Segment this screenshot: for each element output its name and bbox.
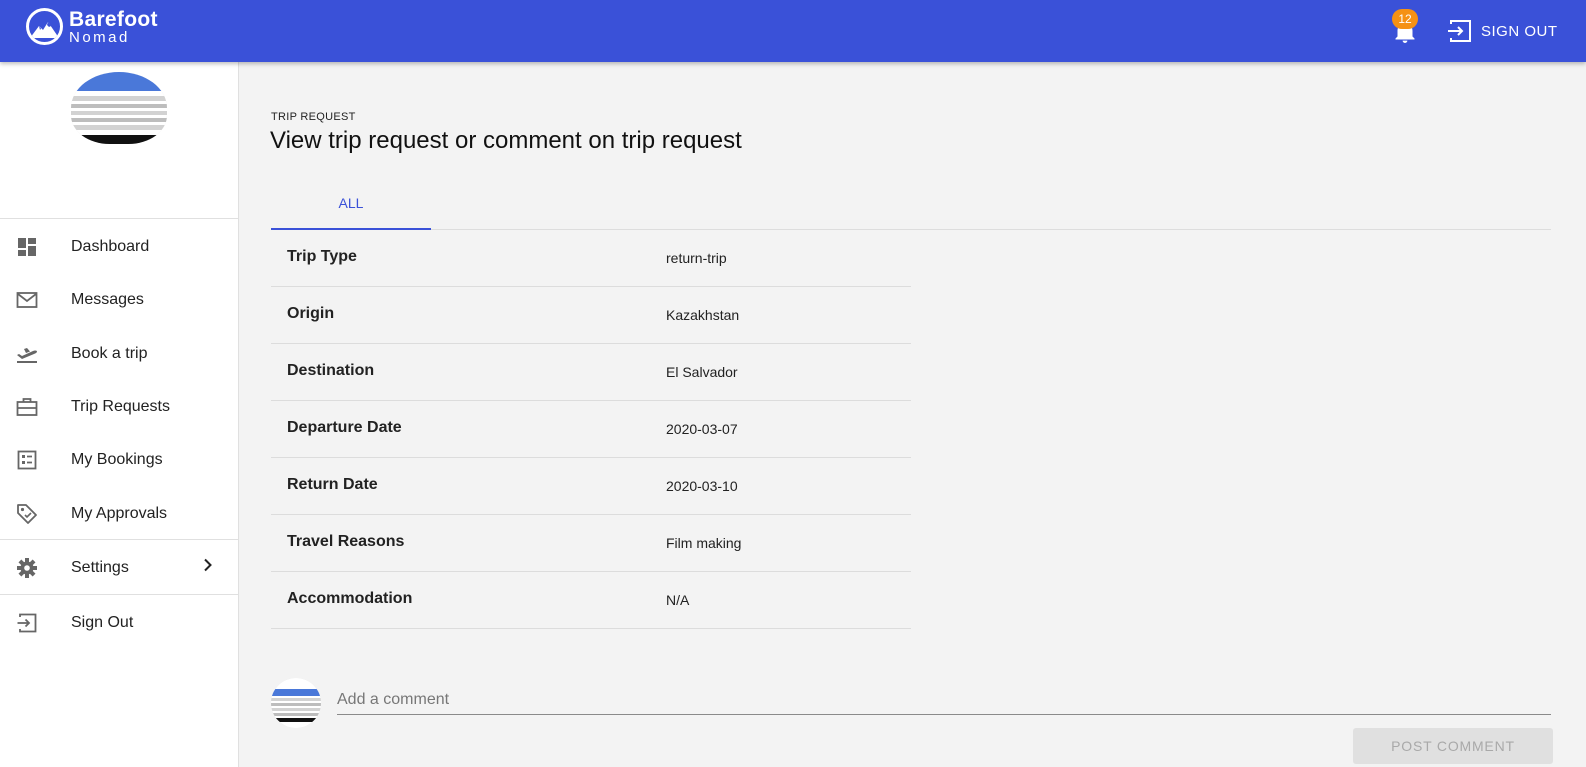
detail-value: 2020-03-10 <box>666 478 738 494</box>
briefcase-icon <box>16 396 38 418</box>
detail-value: El Salvador <box>666 364 738 380</box>
detail-row-departure-date: Departure Date 2020-03-07 <box>271 401 911 458</box>
detail-label: Origin <box>287 305 335 322</box>
detail-value: 2020-03-07 <box>666 421 738 437</box>
sidebar-item-label: Settings <box>71 558 129 576</box>
flight-takeoff-icon <box>16 343 38 365</box>
sign-out-button[interactable]: SIGN OUT <box>1448 18 1558 44</box>
sidebar-item-label: My Bookings <box>71 450 163 468</box>
divider <box>0 218 239 219</box>
detail-row-return-date: Return Date 2020-03-10 <box>271 458 911 515</box>
mail-icon <box>16 289 38 311</box>
sidebar-item-sign-out[interactable]: Sign Out <box>0 596 239 649</box>
avatar[interactable] <box>71 72 167 144</box>
sign-out-icon <box>1448 20 1471 42</box>
sidebar-item-my-bookings[interactable]: My Bookings <box>0 433 239 486</box>
divider <box>0 539 239 540</box>
detail-row-accommodation: Accommodation N/A <box>271 572 911 629</box>
sidebar-item-label: Book a trip <box>71 344 148 362</box>
sidebar-item-label: Trip Requests <box>71 397 170 415</box>
sidebar: Dashboard Messages Book a trip Trip Requ… <box>0 62 239 767</box>
commenter-avatar <box>271 678 321 728</box>
sidebar-item-my-approvals[interactable]: My Approvals <box>0 487 239 540</box>
logo-mountain-icon <box>26 8 63 45</box>
dashboard-icon <box>16 236 38 258</box>
brand-name: Barefoot <box>69 7 158 31</box>
tab-bar: ALL <box>271 184 1551 230</box>
detail-label: Return Date <box>287 476 378 493</box>
sidebar-item-label: Dashboard <box>71 237 150 255</box>
detail-label: Travel Reasons <box>287 533 405 550</box>
gear-icon <box>16 557 38 579</box>
brand-logo[interactable]: Barefoot Nomad <box>26 8 158 45</box>
brand-subname: Nomad <box>69 28 130 46</box>
chevron-right-icon <box>203 558 213 577</box>
sign-out-icon <box>16 612 38 634</box>
sign-out-label: SIGN OUT <box>1481 22 1558 40</box>
detail-label: Trip Type <box>287 248 357 265</box>
sidebar-item-label: My Approvals <box>71 504 168 522</box>
sidebar-item-label: Sign Out <box>71 613 134 631</box>
detail-row-origin: Origin Kazakhstan <box>271 287 911 344</box>
page-overline: TRIP REQUEST <box>271 111 356 123</box>
detail-value: Film making <box>666 535 742 551</box>
detail-label: Departure Date <box>287 419 402 436</box>
sidebar-item-messages[interactable]: Messages <box>0 273 239 326</box>
tab-all[interactable]: ALL <box>271 184 431 230</box>
sidebar-item-label: Messages <box>71 290 144 308</box>
tag-icon <box>16 503 38 525</box>
detail-value: return-trip <box>666 250 727 266</box>
detail-row-trip-type: Trip Type return-trip <box>271 230 911 287</box>
post-comment-button[interactable]: POST COMMENT <box>1353 728 1553 764</box>
sidebar-item-book-a-trip[interactable]: Book a trip <box>0 327 239 380</box>
detail-value: Kazakhstan <box>666 307 740 323</box>
sidebar-item-settings[interactable]: Settings <box>0 541 239 594</box>
detail-row-destination: Destination El Salvador <box>271 344 911 401</box>
top-app-bar: Barefoot Nomad 12 SIGN OUT <box>0 0 1586 62</box>
sidebar-item-trip-requests[interactable]: Trip Requests <box>0 380 239 433</box>
sidebar-item-dashboard[interactable]: Dashboard <box>0 220 239 273</box>
divider <box>0 594 239 595</box>
detail-value: N/A <box>666 592 690 608</box>
trip-details-table: Trip Type return-trip Origin Kazakhstan … <box>271 230 911 629</box>
detail-label: Destination <box>287 362 375 379</box>
page-title: View trip request or comment on trip req… <box>270 127 742 154</box>
list-alt-icon <box>16 449 38 471</box>
detail-label: Accommodation <box>287 590 413 607</box>
detail-row-travel-reasons: Travel Reasons Film making <box>271 515 911 572</box>
notification-badge: 12 <box>1392 9 1418 29</box>
comment-input[interactable] <box>337 685 1551 715</box>
